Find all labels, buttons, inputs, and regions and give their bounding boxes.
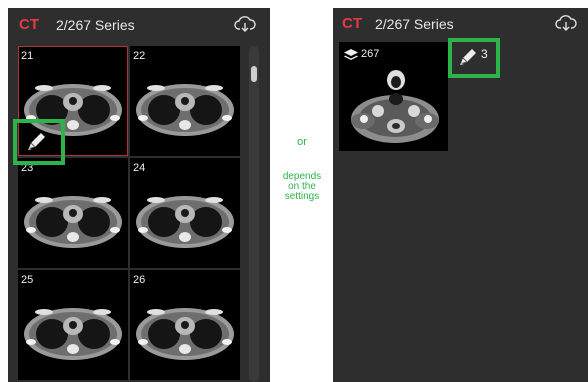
panel-header: CT 2/267 Series — [8, 8, 270, 40]
download-icon[interactable] — [234, 15, 256, 35]
download-icon[interactable] — [555, 14, 577, 34]
scrollbar[interactable] — [249, 46, 259, 382]
stack-count: 267 — [361, 48, 380, 60]
thumbnail-number: 24 — [133, 162, 146, 174]
thumbnail-number: 22 — [133, 50, 146, 62]
thumbnail-number: 25 — [21, 274, 34, 286]
settings-note-line3: settings — [284, 191, 320, 202]
modality-label: CT — [342, 15, 362, 32]
thumbnail-item[interactable]: 22 — [130, 46, 240, 156]
series-count: 2/267 Series — [375, 16, 454, 32]
ct-neck-scan-image — [351, 70, 439, 143]
series-count: 2/267 Series — [56, 17, 135, 33]
thumbnail-item[interactable]: 24 — [130, 158, 240, 268]
pencil-icon[interactable] — [457, 46, 479, 68]
thumbnail-number: 21 — [21, 50, 34, 62]
ct-scan-image — [136, 84, 234, 136]
series-panel-grid: CT 2/267 Series 21 22 23 24 25 26 — [8, 8, 270, 382]
scrollbar-thumb[interactable] — [251, 66, 257, 82]
ct-scan-image — [136, 196, 234, 248]
thumbnail-grid: 21 22 23 24 25 26 — [18, 46, 242, 382]
modality-label: CT — [19, 16, 39, 33]
pencil-icon[interactable] — [23, 129, 49, 155]
ct-scan-image — [24, 308, 122, 360]
thumbnail-item[interactable]: 26 — [130, 270, 240, 380]
panel-header: CT 2/267 Series — [333, 8, 588, 40]
annotation-count: 3 — [481, 47, 488, 61]
series-stack-thumbnail[interactable]: 267 — [339, 42, 448, 151]
ct-scan-image — [136, 308, 234, 360]
ct-scan-image — [24, 196, 122, 248]
thumbnail-item[interactable]: 25 — [18, 270, 128, 380]
series-panel-stack: CT 2/267 Series 267 3 — [333, 8, 588, 382]
thumbnail-number: 26 — [133, 274, 146, 286]
or-label: or — [297, 136, 307, 148]
thumbnail-item[interactable]: 23 — [18, 158, 128, 268]
stack-icon — [344, 49, 358, 60]
